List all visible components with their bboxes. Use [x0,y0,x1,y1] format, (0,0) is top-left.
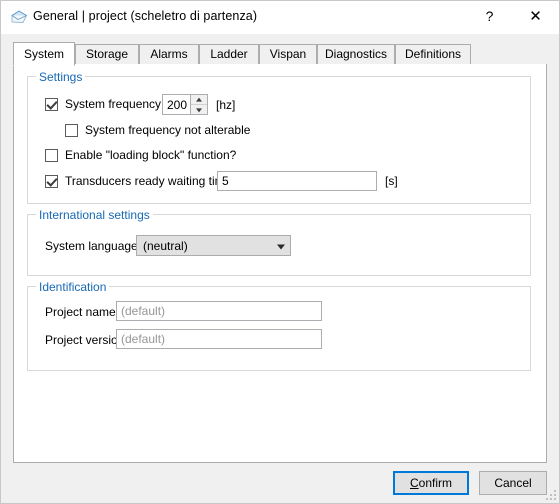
transducers-label: Transducers ready waiting time: [65,174,235,188]
confirm-button[interactable]: Confirm [393,471,469,495]
settings-group-label: Settings [36,70,86,84]
window-title: General | project (scheletro di partenza… [33,9,258,23]
tab-vispan[interactable]: Vispan [259,44,317,65]
open-envelope-icon [10,9,28,25]
transducers-checkbox[interactable] [45,174,58,188]
identification-group-label: Identification [36,280,110,294]
loading-block-label: Enable "loading block" function? [65,148,237,162]
system-frequency-checkbox[interactable] [45,97,58,111]
transducers-checkbox-row[interactable]: Transducers ready waiting time: [45,174,235,188]
project-name-label: Project name: [45,305,120,319]
international-settings-group-label: International settings [36,208,153,222]
tab-definitions[interactable]: Definitions [395,44,471,65]
spinner-down-icon[interactable] [191,104,207,114]
confirm-accelerator: C [409,476,419,490]
tab-panel-system: Settings System frequency: [hz] System f… [13,64,547,463]
resize-grip[interactable] [544,488,556,500]
tab-alarms[interactable]: Alarms [139,44,199,65]
tab-storage[interactable]: Storage [75,44,139,65]
system-frequency-spinner[interactable] [162,94,208,115]
question-mark-icon: ? [485,8,494,24]
tab-diagnostics[interactable]: Diagnostics [317,44,395,65]
title-bar: General | project (scheletro di partenza… [1,1,559,34]
tab-ladder[interactable]: Ladder [199,44,259,65]
confirm-label-rest: onfirm [418,476,452,490]
transducers-input[interactable] [217,171,377,191]
system-frequency-checkbox-row[interactable]: System frequency: [45,97,164,111]
system-frequency-input[interactable] [163,95,190,114]
loading-block-checkbox[interactable] [45,148,58,162]
help-button[interactable]: ? [467,1,512,32]
transducers-unit: [s] [385,174,398,188]
not-alterable-checkbox[interactable] [65,123,78,137]
close-icon: ✕ [529,8,542,25]
spinner-buttons [190,95,207,114]
tab-strip: System Storage Alarms Ladder Vispan Diag… [13,42,547,66]
not-alterable-label: System frequency not alterable [85,123,251,137]
system-language-value: (neutral) [143,238,188,253]
system-language-combobox[interactable]: (neutral) [136,235,291,256]
spinner-up-icon[interactable] [191,95,207,104]
system-frequency-label: System frequency: [65,97,165,111]
system-language-label: System language: [45,239,142,253]
project-name-input[interactable] [116,301,322,321]
project-version-input[interactable] [116,329,322,349]
system-frequency-unit: [hz] [216,98,236,112]
close-button[interactable]: ✕ [513,1,558,32]
loading-block-checkbox-row[interactable]: Enable "loading block" function? [45,148,236,162]
cancel-button[interactable]: Cancel [479,471,547,495]
not-alterable-checkbox-row[interactable]: System frequency not alterable [65,123,250,137]
dialog-window: General | project (scheletro di partenza… [0,0,560,504]
tab-system[interactable]: System [13,42,75,66]
